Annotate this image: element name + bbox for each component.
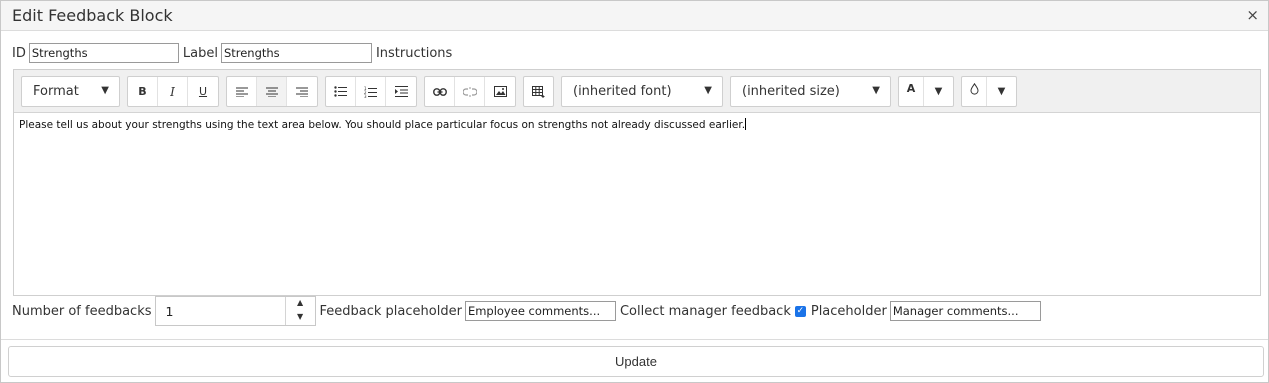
chevron-down-icon: ▼ xyxy=(934,86,943,97)
link-icon xyxy=(432,87,447,96)
italic-button[interactable]: I xyxy=(158,77,188,106)
close-icon[interactable]: × xyxy=(1246,6,1259,24)
text-color-icon: A xyxy=(906,82,916,95)
format-group: Format ▼ xyxy=(21,76,120,107)
unlink-icon xyxy=(462,86,477,97)
indent-icon xyxy=(394,86,408,97)
id-label: ID xyxy=(12,45,26,61)
format-dropdown-label: Format xyxy=(33,84,79,99)
text-color-menu-button[interactable]: ▼ xyxy=(924,77,953,106)
bold-icon: B xyxy=(138,85,147,98)
indent-button[interactable] xyxy=(386,77,416,106)
insert-group xyxy=(424,76,516,107)
feedback-options-row: Number of feedbacks 1 ▲ ▼ Feedback place… xyxy=(12,296,1041,326)
bullet-list-button[interactable] xyxy=(326,77,356,106)
align-center-icon xyxy=(265,87,278,97)
align-left-button[interactable] xyxy=(227,77,257,106)
svg-text:3: 3 xyxy=(364,94,367,98)
chevron-down-icon: ▼ xyxy=(872,85,880,96)
chevron-down-icon: ▼ xyxy=(997,86,1006,97)
stepper-arrows: ▲ ▼ xyxy=(284,297,315,326)
rich-text-editor: Format ▼ B I U 1 2 3 (inherited font) ▼ … xyxy=(13,69,1261,296)
chevron-down-icon: ▼ xyxy=(101,85,109,96)
number-of-feedbacks-stepper[interactable]: 1 ▲ ▼ xyxy=(154,296,316,326)
editor-toolbar: Format ▼ B I U 1 2 3 (inherited font) ▼ … xyxy=(14,70,1260,113)
decrement-icon[interactable]: ▼ xyxy=(286,312,315,326)
remove-link-button[interactable] xyxy=(455,77,485,106)
increment-icon[interactable]: ▲ xyxy=(286,298,315,312)
align-left-icon xyxy=(235,87,248,97)
font-size-label: (inherited size) xyxy=(742,84,840,99)
underline-icon: U xyxy=(198,85,208,98)
editor-content-text: Please tell us about your strengths usin… xyxy=(19,119,746,131)
font-size-dropdown[interactable]: (inherited size) ▼ xyxy=(731,77,890,106)
chevron-down-icon: ▼ xyxy=(704,85,712,96)
checkmark-icon: ✓ xyxy=(796,305,805,316)
id-input[interactable] xyxy=(28,43,179,63)
list-group: 123 xyxy=(325,76,417,107)
text-color-button[interactable]: A xyxy=(899,77,924,106)
image-icon xyxy=(493,86,507,97)
insert-table-button[interactable] xyxy=(524,77,553,106)
font-family-group: (inherited font) ▼ xyxy=(561,76,723,107)
text-style-group: B I U xyxy=(127,76,219,107)
collect-manager-feedback-label: Collect manager feedback xyxy=(619,303,791,319)
label-label: Label xyxy=(182,45,218,61)
collect-manager-feedback-checkbox[interactable]: ✓ xyxy=(794,305,806,317)
font-size-group: (inherited size) ▼ xyxy=(730,76,891,107)
table-icon xyxy=(532,85,545,98)
text-color-group: A ▼ xyxy=(898,76,954,107)
block-properties-row: ID Label Instructions xyxy=(12,43,455,63)
label-input[interactable] xyxy=(220,43,372,63)
insert-link-button[interactable] xyxy=(425,77,455,106)
edit-feedback-dialog: Edit Feedback Block × ID Label Instructi… xyxy=(0,0,1269,383)
font-family-dropdown[interactable]: (inherited font) ▼ xyxy=(562,77,722,106)
bold-button[interactable]: B xyxy=(128,77,158,106)
insert-image-button[interactable] xyxy=(485,77,515,106)
editor-content-area[interactable]: Please tell us about your strengths usin… xyxy=(19,118,1255,131)
update-button[interactable]: Update xyxy=(8,346,1264,377)
manager-placeholder-input[interactable] xyxy=(889,301,1041,321)
underline-button[interactable]: U xyxy=(188,77,218,106)
feedback-placeholder-input[interactable] xyxy=(464,301,616,321)
update-button-label: Update xyxy=(615,354,657,369)
table-group xyxy=(523,76,554,107)
manager-placeholder-label: Placeholder xyxy=(810,303,887,319)
alignment-group xyxy=(226,76,318,107)
bullet-list-icon xyxy=(334,86,347,97)
font-family-label: (inherited font) xyxy=(573,84,672,99)
background-color-button[interactable] xyxy=(962,77,987,106)
dialog-titlebar: Edit Feedback Block × xyxy=(1,1,1268,31)
align-center-button[interactable] xyxy=(257,77,287,106)
feedback-placeholder-label: Feedback placeholder xyxy=(319,303,462,319)
background-color-menu-button[interactable]: ▼ xyxy=(987,77,1016,106)
number-of-feedbacks-label: Number of feedbacks xyxy=(12,303,152,319)
format-dropdown[interactable]: Format ▼ xyxy=(22,77,119,106)
number-of-feedbacks-value: 1 xyxy=(165,304,174,319)
dialog-title: Edit Feedback Block xyxy=(12,6,173,25)
background-color-group: ▼ xyxy=(961,76,1017,107)
instructions-label: Instructions xyxy=(375,45,453,61)
droplet-icon xyxy=(969,82,979,95)
align-right-icon xyxy=(296,87,308,97)
text-cursor xyxy=(745,118,747,130)
italic-icon: I xyxy=(170,84,175,99)
align-right-button[interactable] xyxy=(287,77,317,106)
footer-divider xyxy=(1,339,1268,340)
numbered-list-icon: 123 xyxy=(364,86,377,98)
numbered-list-button[interactable]: 123 xyxy=(356,77,386,106)
